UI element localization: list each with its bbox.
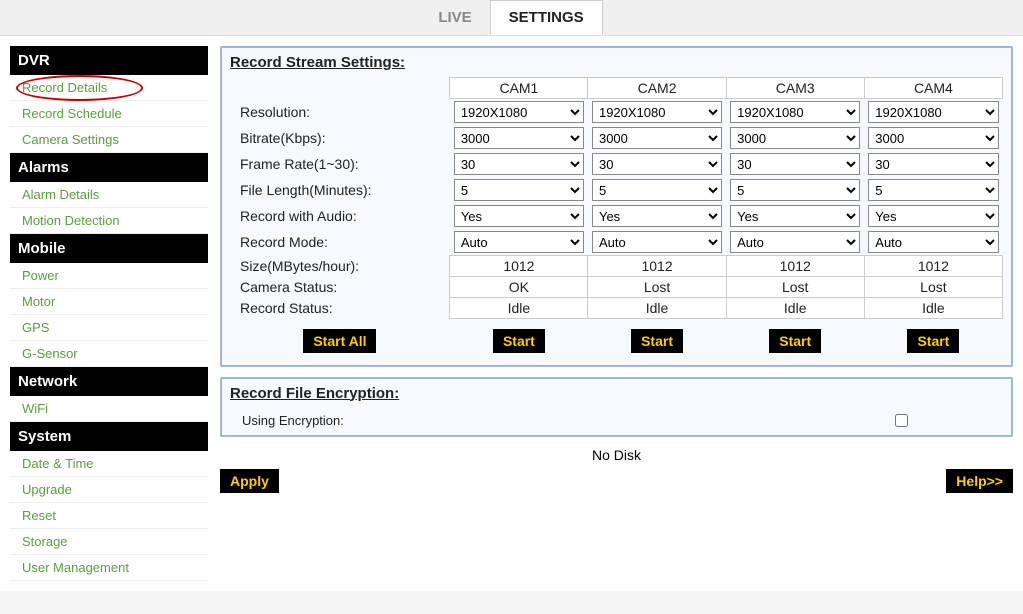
framerate-select-cam2[interactable]: 30 [592,153,722,175]
using-encryption-checkbox[interactable] [895,414,908,427]
sidebar-header-mobile: Mobile [10,234,208,263]
sidebar-item-alarm-details[interactable]: Alarm Details [10,182,208,208]
row-resolution-label: Resolution: [230,99,450,126]
row-mode-label: Record Mode: [230,229,450,256]
camstatus-cam2: Lost [588,277,726,298]
sidebar-item-wifi[interactable]: WiFi [10,396,208,422]
help-button[interactable]: Help>> [946,469,1013,493]
record-stream-title: Record Stream Settings: [230,54,1003,71]
tab-settings[interactable]: SETTINGS [490,0,603,35]
top-tabs: LIVE SETTINGS [0,0,1023,36]
resolution-select-cam4[interactable]: 1920X1080 [868,101,998,123]
start-button-cam2[interactable]: Start [631,329,683,353]
sidebar-item-gsensor[interactable]: G-Sensor [10,341,208,367]
start-button-cam3[interactable]: Start [769,329,821,353]
bitrate-select-cam1[interactable]: 3000 [454,127,584,149]
sidebar-item-motion-detection[interactable]: Motion Detection [10,208,208,234]
sidebar-item-datetime[interactable]: Date & Time [10,451,208,477]
using-encryption-label: Using Encryption: [232,410,799,431]
camstatus-cam4: Lost [864,277,1002,298]
audio-select-cam2[interactable]: Yes [592,205,722,227]
sidebar-item-power[interactable]: Power [10,263,208,289]
audio-select-cam4[interactable]: Yes [868,205,998,227]
mode-select-cam3[interactable]: Auto [730,231,860,253]
row-bitrate-label: Bitrate(Kbps): [230,125,450,151]
row-filelen-label: File Length(Minutes): [230,177,450,203]
size-cam3: 1012 [726,256,864,277]
col-cam3: CAM3 [726,78,864,99]
row-camstatus-label: Camera Status: [230,277,450,298]
sidebar-item-gps[interactable]: GPS [10,315,208,341]
row-size-label: Size(MBytes/hour): [230,256,450,277]
sidebar-item-record-details[interactable]: Record Details [10,75,208,101]
record-stream-table: CAM1 CAM2 CAM3 CAM4 Resolution: 1920X108… [230,77,1003,363]
filelen-select-cam2[interactable]: 5 [592,179,722,201]
framerate-select-cam4[interactable]: 30 [868,153,998,175]
camstatus-cam3: Lost [726,277,864,298]
bitrate-select-cam3[interactable]: 3000 [730,127,860,149]
bitrate-select-cam2[interactable]: 3000 [592,127,722,149]
sidebar-header-alarms: Alarms [10,153,208,182]
recstatus-cam4: Idle [864,298,1002,319]
sidebar-item-upgrade[interactable]: Upgrade [10,477,208,503]
sidebar-header-dvr: DVR [10,46,208,75]
sidebar-item-record-schedule[interactable]: Record Schedule [10,101,208,127]
mode-select-cam1[interactable]: Auto [454,231,584,253]
row-recstatus-label: Record Status: [230,298,450,319]
filelen-select-cam3[interactable]: 5 [730,179,860,201]
resolution-select-cam2[interactable]: 1920X1080 [592,101,722,123]
apply-button[interactable]: Apply [220,469,279,493]
audio-select-cam3[interactable]: Yes [730,205,860,227]
sidebar-item-user-management[interactable]: User Management [10,555,208,581]
sidebar: DVR Record Details Record Schedule Camer… [10,46,208,581]
start-all-button[interactable]: Start All [303,329,376,353]
no-disk-label: No Disk [220,447,1013,463]
row-framerate-label: Frame Rate(1~30): [230,151,450,177]
start-button-cam1[interactable]: Start [493,329,545,353]
size-cam1: 1012 [450,256,588,277]
start-button-cam4[interactable]: Start [907,329,959,353]
recstatus-cam3: Idle [726,298,864,319]
sidebar-header-network: Network [10,367,208,396]
filelen-select-cam1[interactable]: 5 [454,179,584,201]
col-cam2: CAM2 [588,78,726,99]
filelen-select-cam4[interactable]: 5 [868,179,998,201]
sidebar-item-reset[interactable]: Reset [10,503,208,529]
camstatus-cam1: OK [450,277,588,298]
mode-select-cam2[interactable]: Auto [592,231,722,253]
framerate-select-cam3[interactable]: 30 [730,153,860,175]
resolution-select-cam3[interactable]: 1920X1080 [730,101,860,123]
bitrate-select-cam4[interactable]: 3000 [868,127,998,149]
size-cam2: 1012 [588,256,726,277]
sidebar-header-system: System [10,422,208,451]
mode-select-cam4[interactable]: Auto [868,231,998,253]
audio-select-cam1[interactable]: Yes [454,205,584,227]
record-stream-panel: Record Stream Settings: CAM1 CAM2 CAM3 C… [220,46,1013,367]
col-cam4: CAM4 [864,78,1002,99]
encryption-title: Record File Encryption: [230,385,1003,402]
tab-live[interactable]: LIVE [420,1,489,34]
size-cam4: 1012 [864,256,1002,277]
main-content: Record Stream Settings: CAM1 CAM2 CAM3 C… [220,46,1013,581]
sidebar-item-camera-settings[interactable]: Camera Settings [10,127,208,153]
sidebar-item-motor[interactable]: Motor [10,289,208,315]
recstatus-cam1: Idle [450,298,588,319]
sidebar-item-storage[interactable]: Storage [10,529,208,555]
encryption-panel: Record File Encryption: Using Encryption… [220,377,1013,437]
recstatus-cam2: Idle [588,298,726,319]
resolution-select-cam1[interactable]: 1920X1080 [454,101,584,123]
framerate-select-cam1[interactable]: 30 [454,153,584,175]
row-audio-label: Record with Audio: [230,203,450,229]
col-cam1: CAM1 [450,78,588,99]
